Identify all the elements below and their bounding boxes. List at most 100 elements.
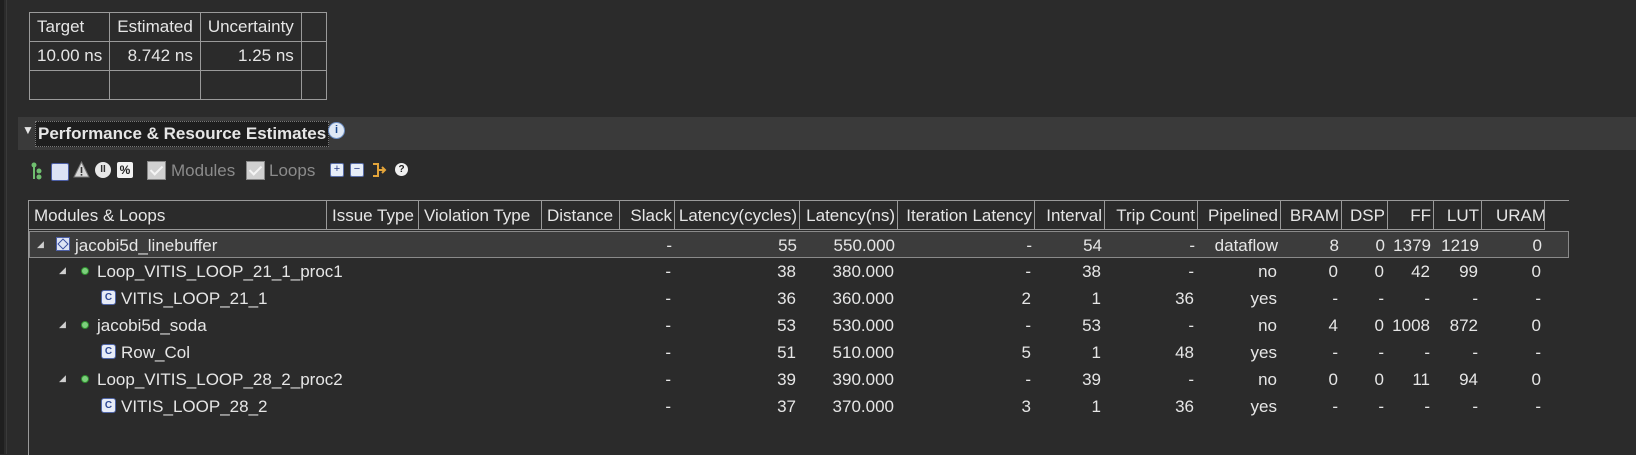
latency-cycles-value: 39 xyxy=(777,370,796,389)
latency-cycles-value: 51 xyxy=(777,343,796,362)
trip-count-value: 36 xyxy=(1175,289,1194,308)
table-row[interactable]: C VITIS_LOOP_28_2 - 37 370.000 3 1 36 ye… xyxy=(29,393,1569,420)
help-icon[interactable]: ? xyxy=(395,163,408,176)
dsp-value: - xyxy=(1378,289,1384,308)
column-header-lut[interactable]: LUT xyxy=(1434,201,1482,230)
tree-view-icon[interactable] xyxy=(30,161,42,181)
column-header-latency-ns[interactable]: Latency(ns) xyxy=(800,201,898,230)
slack-value: - xyxy=(665,316,671,335)
bram-value: 0 xyxy=(1328,370,1338,389)
section-header[interactable]: ▼ Performance & Resource Estimates i xyxy=(18,117,1636,150)
expand-all-icon[interactable]: + xyxy=(330,163,344,177)
timing-empty-cell xyxy=(109,70,201,100)
latency-ns-value: 550.000 xyxy=(833,236,895,255)
table-row[interactable]: ◢ Loop_VITIS_LOOP_28_2_proc2 - 39 390.00… xyxy=(29,366,1569,393)
interval-value: 1 xyxy=(1091,289,1101,308)
expand-arrow-icon[interactable]: ◢ xyxy=(59,265,66,276)
trip-count-value: - xyxy=(1188,316,1194,335)
timing-empty-cell xyxy=(300,70,327,100)
column-header-violation-type[interactable]: Violation Type xyxy=(419,201,542,230)
column-header-issue-type[interactable]: Issue Type xyxy=(327,201,419,230)
uram-value: - xyxy=(1535,397,1541,416)
bram-value: 0 xyxy=(1328,262,1338,281)
collapse-all-icon[interactable]: − xyxy=(350,163,364,177)
ff-value: - xyxy=(1424,343,1430,362)
latency-cycles-value: 38 xyxy=(777,262,796,281)
goto-source-icon[interactable] xyxy=(371,161,387,179)
loop-icon: C xyxy=(101,344,116,359)
slack-value: - xyxy=(665,289,671,308)
uram-value: 0 xyxy=(1532,236,1542,255)
pipelined-value: yes xyxy=(1250,343,1277,362)
loop-icon: C xyxy=(101,290,116,305)
loops-checkbox-label: Loops xyxy=(269,161,316,180)
loops-checkbox[interactable] xyxy=(246,161,265,180)
pipelined-value: no xyxy=(1258,262,1277,281)
target-filter-icon[interactable]: II xyxy=(95,162,111,178)
column-header-dsp[interactable]: DSP xyxy=(1342,201,1388,230)
trip-count-value: 36 xyxy=(1175,397,1194,416)
table-row[interactable]: C VITIS_LOOP_21_1 - 36 360.000 2 1 36 ye… xyxy=(29,285,1569,312)
lut-value: 94 xyxy=(1459,370,1478,389)
interval-value: 53 xyxy=(1082,316,1101,335)
latency-cycles-value: 36 xyxy=(777,289,796,308)
timing-value-empty xyxy=(300,41,327,71)
column-header-bram[interactable]: BRAM xyxy=(1281,201,1342,230)
lut-value: - xyxy=(1472,397,1478,416)
row-name: Row_Col xyxy=(121,343,190,362)
column-header-trip-count[interactable]: Trip Count xyxy=(1105,201,1198,230)
uram-value: - xyxy=(1535,343,1541,362)
expand-arrow-icon[interactable]: ◢ xyxy=(37,239,44,250)
timing-empty-row xyxy=(28,70,327,100)
column-header-pipelined[interactable]: Pipelined xyxy=(1198,201,1281,230)
column-header-latency-cycles[interactable]: Latency(cycles) xyxy=(675,201,800,230)
latency-ns-value: 510.000 xyxy=(832,343,894,362)
left-border-line xyxy=(6,0,7,454)
pipelined-value: no xyxy=(1258,316,1277,335)
table-row[interactable]: C Row_Col - 51 510.000 5 1 48 yes - - - … xyxy=(29,339,1569,366)
latency-ns-value: 360.000 xyxy=(832,289,894,308)
timing-estimated-value: 8.742 ns xyxy=(109,41,201,71)
column-header-uram[interactable]: URAM xyxy=(1482,201,1545,230)
dsp-value: 0 xyxy=(1374,370,1384,389)
dsp-value: 0 xyxy=(1374,262,1384,281)
modules-checkbox[interactable] xyxy=(147,161,166,180)
interval-value: 39 xyxy=(1082,370,1101,389)
trip-count-value: - xyxy=(1188,370,1194,389)
row-name: jacobi5d_linebuffer xyxy=(75,236,218,255)
ff-value: 11 xyxy=(1412,370,1430,389)
left-border xyxy=(0,0,4,454)
expand-arrow-icon[interactable]: ◢ xyxy=(59,319,66,330)
expand-arrow-icon[interactable]: ◢ xyxy=(59,373,66,384)
table-row[interactable]: ◢ jacobi5d_soda - 53 530.000 - 53 - no 4… xyxy=(29,312,1569,339)
dsp-value: - xyxy=(1378,343,1384,362)
slack-value: - xyxy=(665,343,671,362)
latency-cycles-value: 37 xyxy=(777,397,796,416)
performance-grid: Modules & Loops Issue Type Violation Typ… xyxy=(28,200,1569,455)
module-filter-icon[interactable] xyxy=(51,163,69,181)
table-row[interactable]: ◢ Loop_VITIS_LOOP_21_1_proc1 - 38 380.00… xyxy=(29,258,1569,285)
pipelined-value: yes xyxy=(1250,397,1277,416)
table-row[interactable]: ◢ jacobi5d_linebuffer - 55 550.000 - 54 … xyxy=(29,231,1569,258)
process-icon xyxy=(81,267,89,275)
lut-value: - xyxy=(1472,343,1478,362)
info-icon[interactable]: i xyxy=(328,122,345,139)
timing-header-empty xyxy=(300,12,327,42)
iteration-latency-value: 3 xyxy=(1021,397,1031,416)
column-header-distance[interactable]: Distance xyxy=(542,201,620,230)
percent-icon[interactable]: % xyxy=(117,162,133,178)
column-header-ff[interactable]: FF xyxy=(1388,201,1434,230)
column-header-interval[interactable]: Interval xyxy=(1035,201,1105,230)
bram-value: - xyxy=(1332,289,1338,308)
ff-value: 1379 xyxy=(1393,236,1431,255)
warning-icon[interactable] xyxy=(73,161,90,179)
column-header-slack[interactable]: Slack xyxy=(620,201,675,230)
process-icon xyxy=(81,375,89,383)
timing-table: Target Estimated Uncertainty 10.00 ns 8.… xyxy=(28,12,327,100)
column-header-modules-loops[interactable]: Modules & Loops xyxy=(29,201,327,230)
collapse-triangle-icon[interactable]: ▼ xyxy=(22,123,34,137)
timing-header-uncertainty: Uncertainty xyxy=(199,12,302,42)
latency-cycles-value: 55 xyxy=(778,236,797,255)
column-header-iteration-latency[interactable]: Iteration Latency xyxy=(898,201,1035,230)
modules-checkbox-label: Modules xyxy=(171,161,236,180)
